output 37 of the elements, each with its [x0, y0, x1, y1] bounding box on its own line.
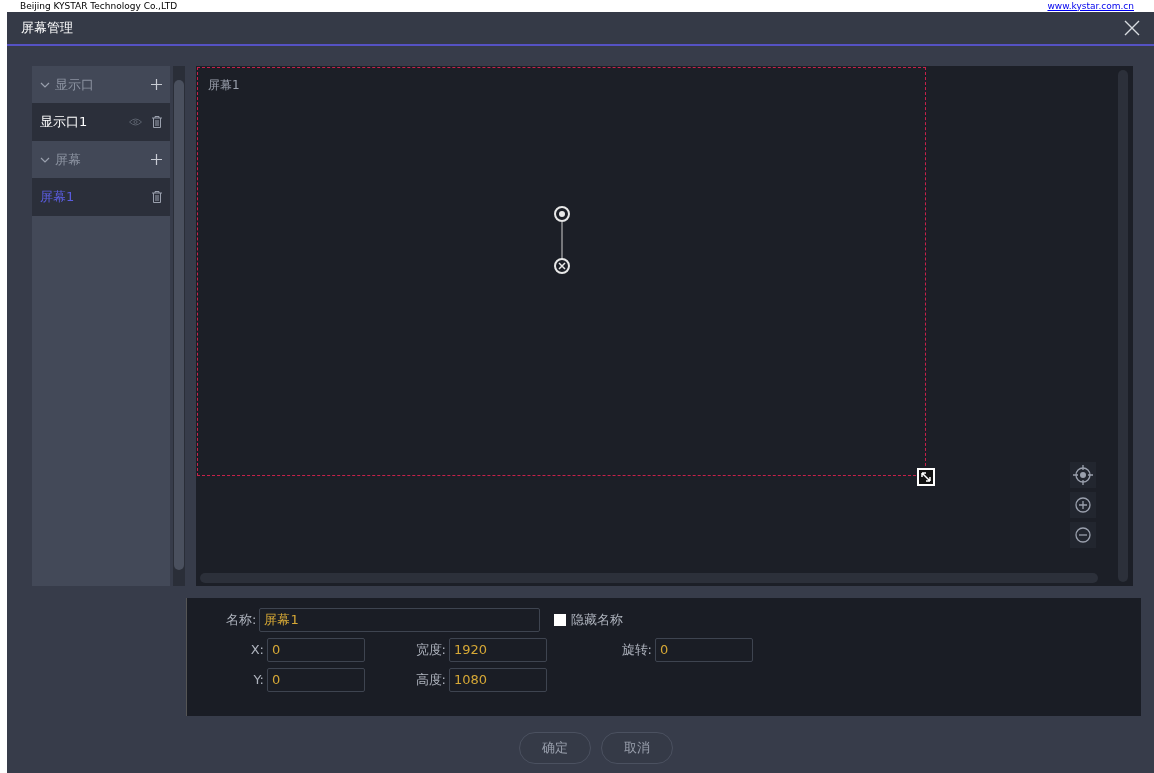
zoom-out-icon[interactable] [1070, 522, 1096, 548]
dialog-button[interactable]: 确定 [518, 732, 591, 764]
connector-drawing [553, 205, 571, 275]
screen-label: 屏幕1 [208, 77, 240, 94]
trash-icon[interactable] [152, 191, 162, 203]
checkbox[interactable] [554, 614, 567, 626]
zoom-in-icon[interactable] [1070, 492, 1096, 518]
screen-outline[interactable]: 屏幕1 [197, 67, 926, 476]
resize-handle-icon[interactable] [917, 468, 935, 486]
field-label: Y: [253, 671, 264, 690]
input-field[interactable]: 屏幕1 [259, 608, 541, 632]
plus-icon[interactable] [151, 79, 162, 90]
item-label: 屏幕1 [40, 188, 76, 207]
group-label: 屏幕 [55, 150, 82, 169]
field-label: 旋转: [621, 641, 652, 660]
input-field[interactable]: 1920 [449, 638, 547, 662]
window-title: 屏幕管理 [21, 19, 73, 38]
checkbox-label: 隐藏名称 [571, 611, 624, 630]
header-company: Beijing KYSTAR Technology Co.,LTD [20, 1, 178, 11]
input-field[interactable]: 1080 [449, 668, 547, 692]
locate-icon[interactable] [1070, 462, 1096, 488]
header-link[interactable]: www.kystar.com.cn [1047, 1, 1134, 11]
input-field[interactable]: 0 [267, 668, 365, 692]
tree-item[interactable]: 显示口1 [32, 103, 170, 141]
input-field[interactable]: 0 [267, 638, 365, 662]
field-label: 宽度: [415, 641, 446, 660]
close-icon[interactable] [1124, 20, 1140, 36]
sidebar-scrollbar[interactable] [173, 66, 185, 586]
dialog-button[interactable]: 取消 [600, 732, 673, 764]
input-field[interactable]: 0 [655, 638, 753, 662]
trash-icon[interactable] [152, 116, 162, 128]
field-label: 名称: [226, 611, 257, 630]
group-label: 显示口 [55, 75, 95, 94]
plus-icon[interactable] [151, 154, 162, 165]
field-label: X: [250, 641, 264, 660]
item-label: 显示口1 [40, 113, 89, 132]
field-label: 高度: [415, 671, 446, 690]
